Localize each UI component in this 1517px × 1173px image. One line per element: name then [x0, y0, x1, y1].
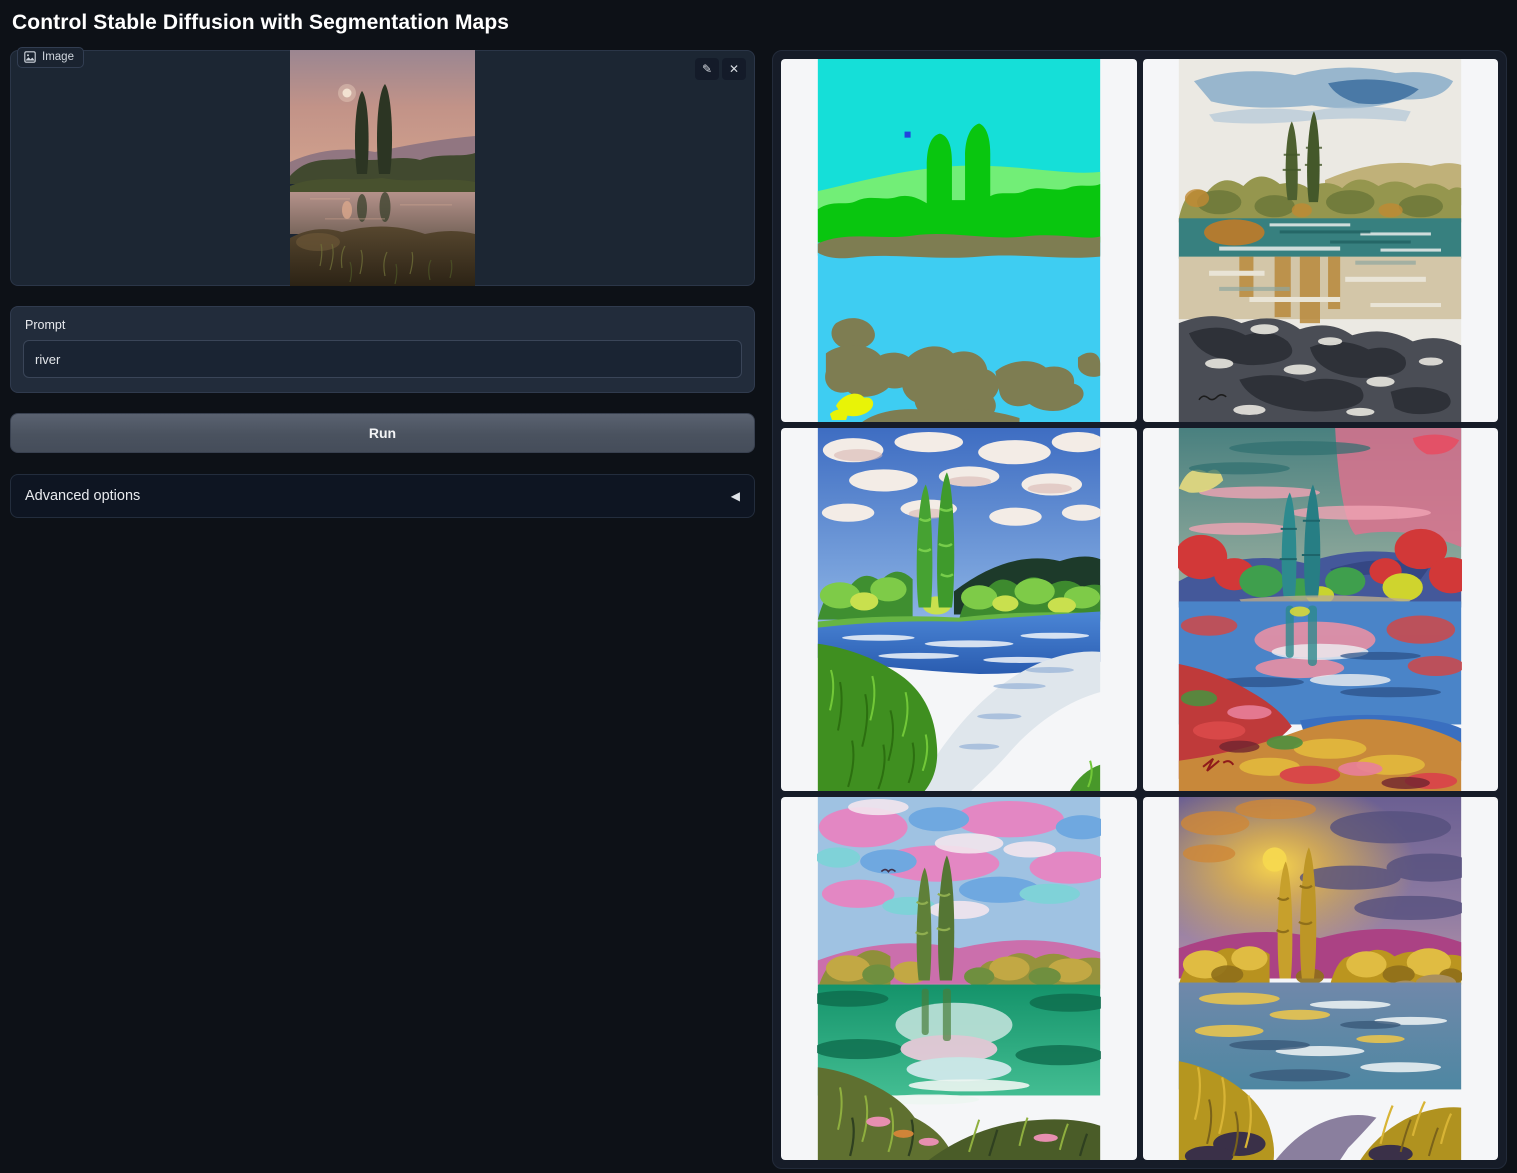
- input-column: Image ✎ ✕: [10, 50, 755, 518]
- advanced-options-accordion[interactable]: Advanced options ◀: [10, 474, 755, 518]
- gallery-item-golden-sunset-river[interactable]: [1143, 797, 1499, 1160]
- generated-image-5: [1178, 797, 1462, 1160]
- image-label-badge: Image: [17, 47, 84, 68]
- edit-image-button[interactable]: ✎: [695, 58, 719, 80]
- image-upload-panel[interactable]: Image ✎ ✕: [10, 50, 755, 286]
- image-actions: ✎ ✕: [695, 58, 746, 80]
- uploaded-image: [290, 50, 475, 286]
- page-title: Control Stable Diffusion with Segmentati…: [12, 11, 1507, 35]
- prompt-label: Prompt: [25, 318, 742, 332]
- uploaded-river-photo: [290, 50, 475, 286]
- output-column: [772, 50, 1507, 1169]
- gallery-item-red-teal-river[interactable]: [1143, 428, 1499, 791]
- segmentation-map-image: [817, 59, 1101, 422]
- image-icon: [24, 51, 36, 63]
- generated-image-1: [1178, 59, 1462, 422]
- collapse-arrow-icon: ◀: [731, 489, 740, 503]
- generated-image-3: [1178, 428, 1462, 791]
- gallery-item-segmentation-map[interactable]: [781, 59, 1137, 422]
- gallery-item-pink-sky-river[interactable]: [781, 797, 1137, 1160]
- gallery-item-watercolor[interactable]: [1143, 59, 1499, 422]
- clear-image-button[interactable]: ✕: [722, 58, 746, 80]
- prompt-panel: Prompt: [10, 306, 755, 393]
- generated-image-2: [817, 428, 1101, 791]
- prompt-input[interactable]: [23, 340, 742, 378]
- main-layout: Image ✎ ✕: [10, 50, 1507, 1169]
- close-icon: ✕: [729, 63, 739, 75]
- pencil-icon: ✎: [702, 63, 712, 75]
- generated-image-4: [817, 797, 1101, 1160]
- image-label: Image: [42, 51, 74, 63]
- result-gallery: [772, 50, 1507, 1169]
- run-button[interactable]: Run: [10, 413, 755, 453]
- advanced-options-label: Advanced options: [25, 488, 140, 504]
- gallery-item-green-river[interactable]: [781, 428, 1137, 791]
